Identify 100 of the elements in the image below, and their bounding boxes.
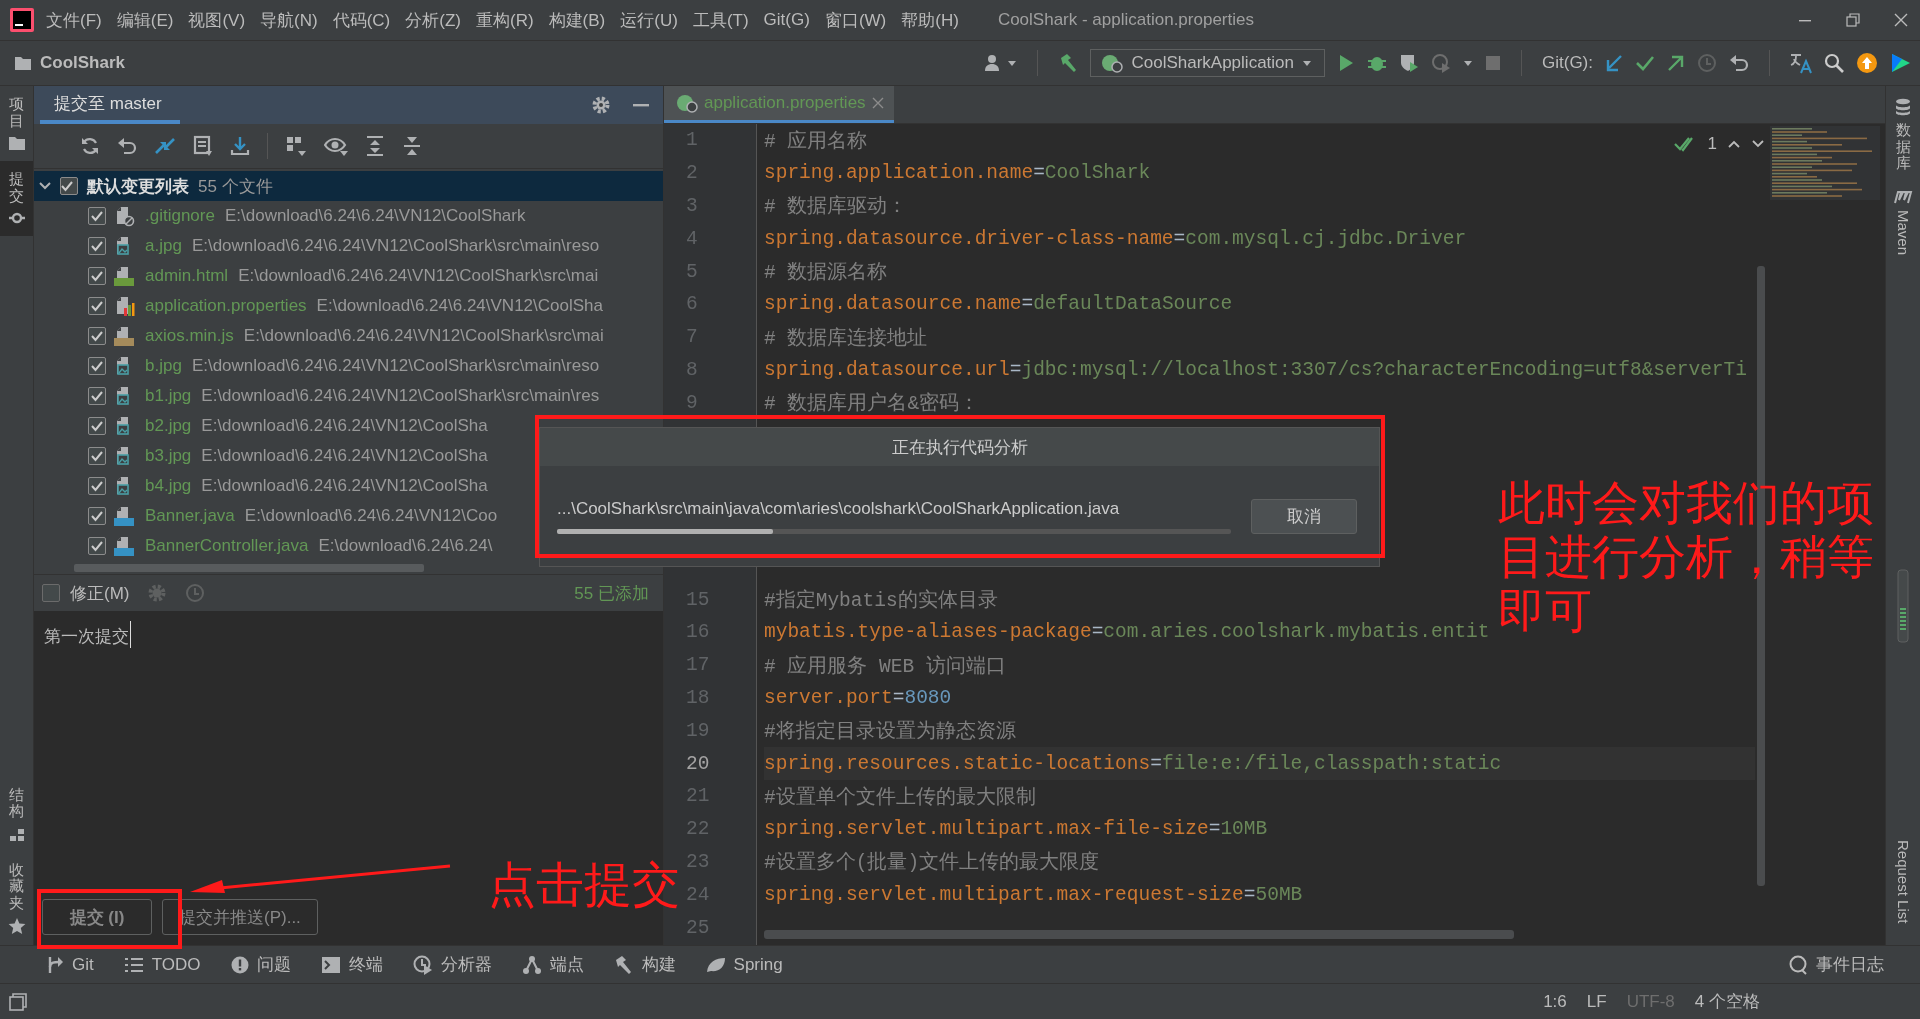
- search-icon[interactable]: [1824, 53, 1844, 73]
- undo-icon[interactable]: [1729, 54, 1749, 72]
- update-arrow-icon[interactable]: [1605, 54, 1623, 72]
- run-config-dropdown[interactable]: CoolSharkApplication: [1090, 49, 1325, 77]
- menu-item[interactable]: 代码(C): [332, 8, 391, 32]
- checkbox[interactable]: [88, 327, 106, 345]
- annotation-text: 此时会对我们的项目进行分析，稍等即可: [1498, 476, 1875, 639]
- checkbox[interactable]: [88, 237, 106, 255]
- hammer-icon[interactable]: [1058, 53, 1079, 73]
- menu-item[interactable]: 工具(T): [692, 8, 749, 32]
- checkbox[interactable]: [42, 584, 60, 602]
- scrollbar-thumb[interactable]: [764, 930, 1514, 939]
- file-name[interactable]: a.jpg: [145, 236, 182, 256]
- code-comment: # 数据源名称: [764, 261, 888, 286]
- changelist-name[interactable]: 默认变更列表: [87, 174, 189, 198]
- file-name[interactable]: admin.html: [145, 266, 229, 286]
- document-icon[interactable]: [193, 135, 213, 157]
- project-name[interactable]: CoolShark: [40, 53, 126, 73]
- arrows-icon[interactable]: [154, 136, 176, 156]
- menu-item[interactable]: 窗口(W): [824, 8, 887, 32]
- file-name[interactable]: axios.min.js: [145, 326, 234, 346]
- minimize-icon[interactable]: [633, 103, 649, 107]
- file-name[interactable]: b3.jpg: [145, 446, 192, 466]
- commit-button[interactable]: 提交 (I): [42, 899, 152, 935]
- sidebar-tab[interactable]: 提交: [0, 161, 33, 236]
- checkbox[interactable]: [88, 267, 106, 285]
- event-log-button[interactable]: 事件日志: [1788, 953, 1884, 976]
- group-icon[interactable]: [285, 135, 307, 157]
- download-icon[interactable]: [230, 136, 250, 156]
- status-item[interactable]: LF: [1586, 991, 1607, 1012]
- sidebar-tab[interactable]: Request List: [1894, 835, 1912, 937]
- file-name[interactable]: b.jpg: [145, 356, 182, 376]
- file-name[interactable]: Banner.java: [145, 506, 235, 526]
- code-line: spring.datasource.url=jdbc:mysql://localhost:3307/cs?characterEncoding=utf8&serverTi: [764, 358, 1747, 381]
- tool-window-button[interactable]: 问题: [230, 953, 291, 976]
- menu-item[interactable]: 重构(R): [476, 8, 534, 32]
- file-name[interactable]: b4.jpg: [145, 476, 192, 496]
- upload-icon[interactable]: [1856, 52, 1878, 74]
- menu-item[interactable]: 视图(V): [188, 8, 246, 32]
- tool-window-button[interactable]: TODO: [123, 954, 201, 975]
- checkbox[interactable]: [88, 357, 106, 375]
- menu-item[interactable]: 文件(F): [46, 8, 102, 32]
- settings-icon[interactable]: [591, 95, 611, 115]
- sidebar-tab[interactable]: 结构: [0, 776, 33, 852]
- menu-item[interactable]: 分析(Z): [405, 8, 461, 32]
- checkbox[interactable]: [60, 177, 78, 195]
- eye-icon[interactable]: [324, 135, 348, 157]
- translate-icon[interactable]: [1790, 52, 1812, 74]
- undo-icon[interactable]: [117, 137, 137, 155]
- memory-indicator-icon[interactable]: [1897, 568, 1909, 643]
- tool-window-button[interactable]: Spring: [705, 954, 783, 975]
- tool-window-button[interactable]: 端点: [521, 953, 584, 976]
- menu-item[interactable]: 编辑(E): [116, 8, 174, 32]
- run-icon[interactable]: [1337, 54, 1355, 72]
- sidebar-tab[interactable]: 数据库: [1895, 94, 1911, 186]
- menu-item[interactable]: 导航(N): [260, 8, 318, 32]
- checkbox[interactable]: [88, 447, 106, 465]
- file-name[interactable]: BannerController.java: [145, 536, 309, 556]
- tool-window-button[interactable]: 终端: [320, 953, 383, 976]
- file-name[interactable]: .gitignore: [145, 206, 215, 226]
- user-menu-button[interactable]: [984, 54, 1018, 72]
- caret-icon[interactable]: [1463, 59, 1473, 67]
- scrollbar-thumb[interactable]: [74, 564, 424, 572]
- app-logo-icon: [10, 8, 34, 32]
- checkbox[interactable]: [88, 297, 106, 315]
- menu-item[interactable]: 帮助(H): [901, 8, 959, 32]
- shield-icon[interactable]: [1399, 53, 1419, 73]
- sidebar-tab[interactable]: 项目: [0, 86, 33, 161]
- push-arrow-icon[interactable]: [1667, 54, 1685, 72]
- checkbox[interactable]: [88, 417, 106, 435]
- checkbox[interactable]: [88, 477, 106, 495]
- tool-window-button[interactable]: 分析器: [412, 953, 492, 976]
- code-comment: # 数据库用户名&密码：: [764, 391, 980, 417]
- sidebar-tab[interactable]: Maven: [1893, 185, 1913, 269]
- panel-toggle-icon[interactable]: [8, 991, 28, 1012]
- checkbox[interactable]: [88, 537, 106, 555]
- menu-item[interactable]: 运行(U): [620, 8, 678, 32]
- checkbox[interactable]: [88, 207, 106, 225]
- amend-label[interactable]: 修正(M): [70, 581, 130, 605]
- check-icon[interactable]: [1635, 54, 1655, 72]
- checkbox[interactable]: [88, 387, 106, 405]
- file-name[interactable]: b1.jpg: [145, 386, 192, 406]
- checkbox[interactable]: [88, 507, 106, 525]
- tool-window-button[interactable]: 构建: [613, 953, 676, 976]
- collapse-all-icon[interactable]: [402, 135, 422, 157]
- status-item[interactable]: 1:6: [1543, 991, 1567, 1012]
- sidebar-tab[interactable]: 收藏夹: [0, 851, 33, 945]
- tool-window-button[interactable]: Git: [46, 954, 94, 975]
- status-item[interactable]: 4 个空格: [1694, 990, 1760, 1013]
- menu-item[interactable]: Git(G): [763, 10, 810, 30]
- menu-item[interactable]: 构建(B): [548, 8, 606, 32]
- close-icon[interactable]: [1894, 13, 1908, 27]
- plugin-icon[interactable]: [1890, 52, 1912, 74]
- file-name[interactable]: b2.jpg: [145, 416, 192, 436]
- file-name[interactable]: application.properties: [145, 296, 307, 316]
- commit-message-field[interactable]: 第一次提交: [42, 621, 132, 648]
- refresh-icon[interactable]: [80, 136, 100, 156]
- cancel-button[interactable]: 取消: [1251, 498, 1357, 534]
- expand-all-icon[interactable]: [365, 135, 385, 157]
- restore-icon[interactable]: [1846, 13, 1860, 27]
